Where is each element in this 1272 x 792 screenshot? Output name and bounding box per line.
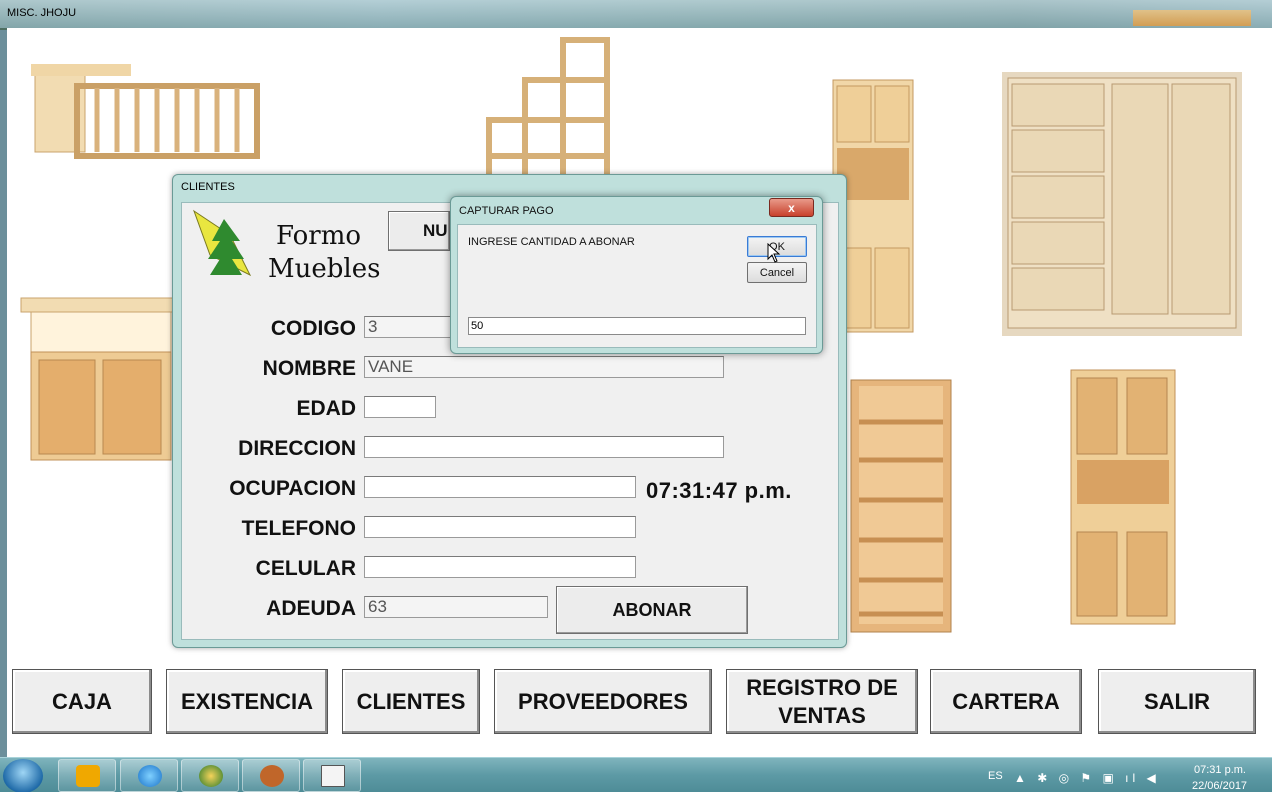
- logo: [190, 205, 400, 300]
- cartera-button[interactable]: CARTERA: [930, 669, 1082, 734]
- existencia-button[interactable]: EXISTENCIA: [166, 669, 328, 734]
- proveedores-button[interactable]: PROVEEDORES: [494, 669, 712, 734]
- outlook-icon[interactable]: [58, 759, 116, 792]
- celular-label: CELULAR: [255, 557, 356, 580]
- bookshelf-image: [849, 378, 953, 634]
- nuevo-button[interactable]: NU: [388, 211, 450, 251]
- clientes-button-label: CLIENTES: [356, 688, 466, 714]
- pago-prompt-text: INGRESE CANTIDAD A ABONAR: [468, 236, 635, 248]
- nombre-label: NOMBRE: [262, 357, 356, 380]
- clientes-button[interactable]: CLIENTES: [342, 669, 480, 734]
- registro-ventas-button[interactable]: REGISTRO DE VENTAS: [726, 669, 918, 734]
- capturar-pago-title: CAPTURAR PAGO: [459, 205, 554, 217]
- taskbar: ES ▲ ✱ ◎ ⚑ ▣ ıl ◀ 07:31 p.m. 22/06/2017: [0, 757, 1272, 792]
- cancel-button-label: Cancel: [759, 266, 795, 279]
- telefono-label: TELEFONO: [241, 517, 356, 540]
- globe-app-icon[interactable]: [181, 759, 239, 792]
- language-indicator[interactable]: ES: [988, 770, 1003, 782]
- adeuda-field[interactable]: 63: [364, 596, 548, 618]
- tree-icon: [193, 209, 252, 277]
- ocupacion-label: OCUPACION: [229, 477, 356, 500]
- registro-ventas-label-line1: REGISTRO DE: [746, 674, 898, 700]
- wardrobe-image: [1002, 72, 1242, 336]
- close-button[interactable]: x: [769, 198, 814, 217]
- internet-explorer-icon[interactable]: [120, 759, 178, 792]
- titlebar-controls[interactable]: [1133, 10, 1251, 26]
- app-titlebar[interactable]: MISC. JHOJU: [0, 0, 1272, 28]
- crib-image: [27, 42, 267, 184]
- direccion-label: DIRECCION: [238, 437, 356, 460]
- abonar-button[interactable]: ABONAR: [556, 586, 748, 634]
- mouse-cursor-icon: [767, 243, 781, 263]
- caja-button-label: CAJA: [52, 688, 112, 714]
- nuevo-button-label: NU: [423, 221, 448, 240]
- ocupacion-field[interactable]: [364, 476, 636, 498]
- edad-field[interactable]: [364, 396, 436, 418]
- windows-start-icon[interactable]: [3, 759, 43, 792]
- abonar-button-label: ABONAR: [612, 599, 692, 620]
- caja-button[interactable]: CAJA: [12, 669, 152, 734]
- system-time[interactable]: 07:31 p.m.: [1194, 764, 1246, 776]
- tv-cabinet-image: [19, 296, 177, 466]
- amount-input[interactable]: 50: [468, 317, 806, 335]
- cartera-button-label: CARTERA: [952, 688, 1060, 714]
- nombre-field[interactable]: VANE: [364, 356, 724, 378]
- celular-field[interactable]: [364, 556, 636, 578]
- registro-ventas-label-line2: VENTAS: [778, 702, 866, 728]
- baseball-glove-icon[interactable]: [242, 759, 300, 792]
- adeuda-label: ADEUDA: [266, 597, 356, 620]
- window-title: MISC. JHOJU: [7, 7, 77, 19]
- proveedores-button-label: PROVEEDORES: [518, 688, 688, 714]
- clock-display: 07:31:47 p.m.: [646, 478, 792, 503]
- app-window: MISC. JHOJU CLIENTES Formo Muebles NU CO…: [0, 0, 1272, 757]
- existencia-button-label: EXISTENCIA: [180, 688, 314, 714]
- capturar-pago-dialog: CAPTURAR PAGO x INGRESE CANTIDAD A ABONA…: [450, 196, 823, 354]
- hutch-image: [1067, 362, 1179, 626]
- telefono-field[interactable]: [364, 516, 636, 538]
- cancel-button[interactable]: Cancel: [747, 262, 807, 283]
- cube-shelf-image: [483, 36, 613, 196]
- salir-button-label: SALIR: [1144, 688, 1210, 714]
- codigo-label: CODIGO: [270, 317, 356, 340]
- close-icon: x: [788, 200, 795, 215]
- clientes-dialog-title: CLIENTES: [181, 181, 235, 193]
- codigo-field[interactable]: 3: [364, 316, 454, 338]
- logo-text-line2: Muebles: [268, 254, 381, 284]
- capturar-pago-body: INGRESE CANTIDAD A ABONAR OK Cancel 50: [457, 224, 817, 348]
- system-tray-icons[interactable]: ▲ ✱ ◎ ⚑ ▣ ıl ◀: [1014, 771, 1160, 785]
- logo-text-line1: Formo: [276, 221, 362, 251]
- system-date[interactable]: 22/06/2017: [1192, 780, 1247, 792]
- direccion-field[interactable]: [364, 436, 724, 458]
- folder-icon[interactable]: [303, 759, 361, 792]
- edad-label: EDAD: [296, 397, 356, 420]
- salir-button[interactable]: SALIR: [1098, 669, 1256, 734]
